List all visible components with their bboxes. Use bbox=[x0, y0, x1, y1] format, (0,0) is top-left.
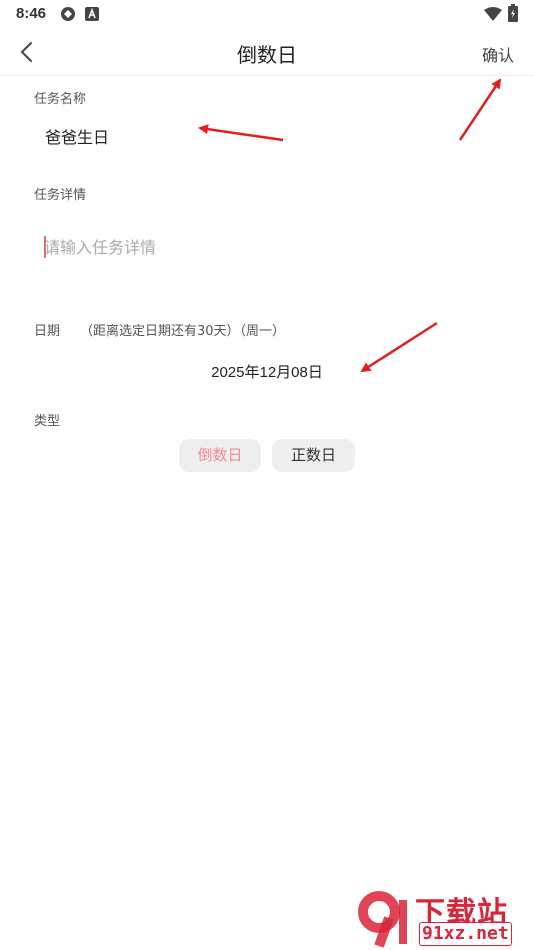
watermark-logo-icon bbox=[358, 891, 407, 948]
watermark-domain: 91xz.net bbox=[419, 922, 512, 946]
status-time: 8:46 bbox=[16, 5, 47, 22]
page-title: 倒数日 bbox=[237, 43, 297, 67]
sync-icon bbox=[60, 6, 76, 26]
task-name-input[interactable]: 爸爸生日 bbox=[45, 124, 109, 148]
date-picker[interactable]: 2025年12月08日 bbox=[0, 361, 534, 382]
date-label: 日期 bbox=[34, 324, 61, 339]
type-label: 类型 bbox=[34, 414, 61, 429]
arrow-to-task-name bbox=[198, 124, 284, 142]
status-bar: 8:46 bbox=[0, 0, 534, 28]
arrow-to-confirm bbox=[458, 78, 502, 141]
task-detail-input[interactable] bbox=[44, 232, 504, 262]
date-hint: （距离选定日期还有30天）（周一） bbox=[80, 324, 286, 339]
wifi-icon bbox=[484, 6, 502, 25]
battery-icon bbox=[508, 4, 518, 26]
task-name-label: 任务名称 bbox=[34, 92, 87, 107]
app-bar: 倒数日 确认 bbox=[0, 28, 534, 76]
confirm-button[interactable]: 确认 bbox=[482, 42, 514, 66]
type-countdown-button[interactable]: 倒数日 bbox=[179, 439, 261, 472]
task-detail-label: 任务详情 bbox=[34, 188, 87, 203]
watermark: 下载站 91xz.net bbox=[353, 888, 528, 948]
app-a-icon bbox=[85, 6, 99, 25]
type-countup-button[interactable]: 正数日 bbox=[272, 439, 355, 472]
